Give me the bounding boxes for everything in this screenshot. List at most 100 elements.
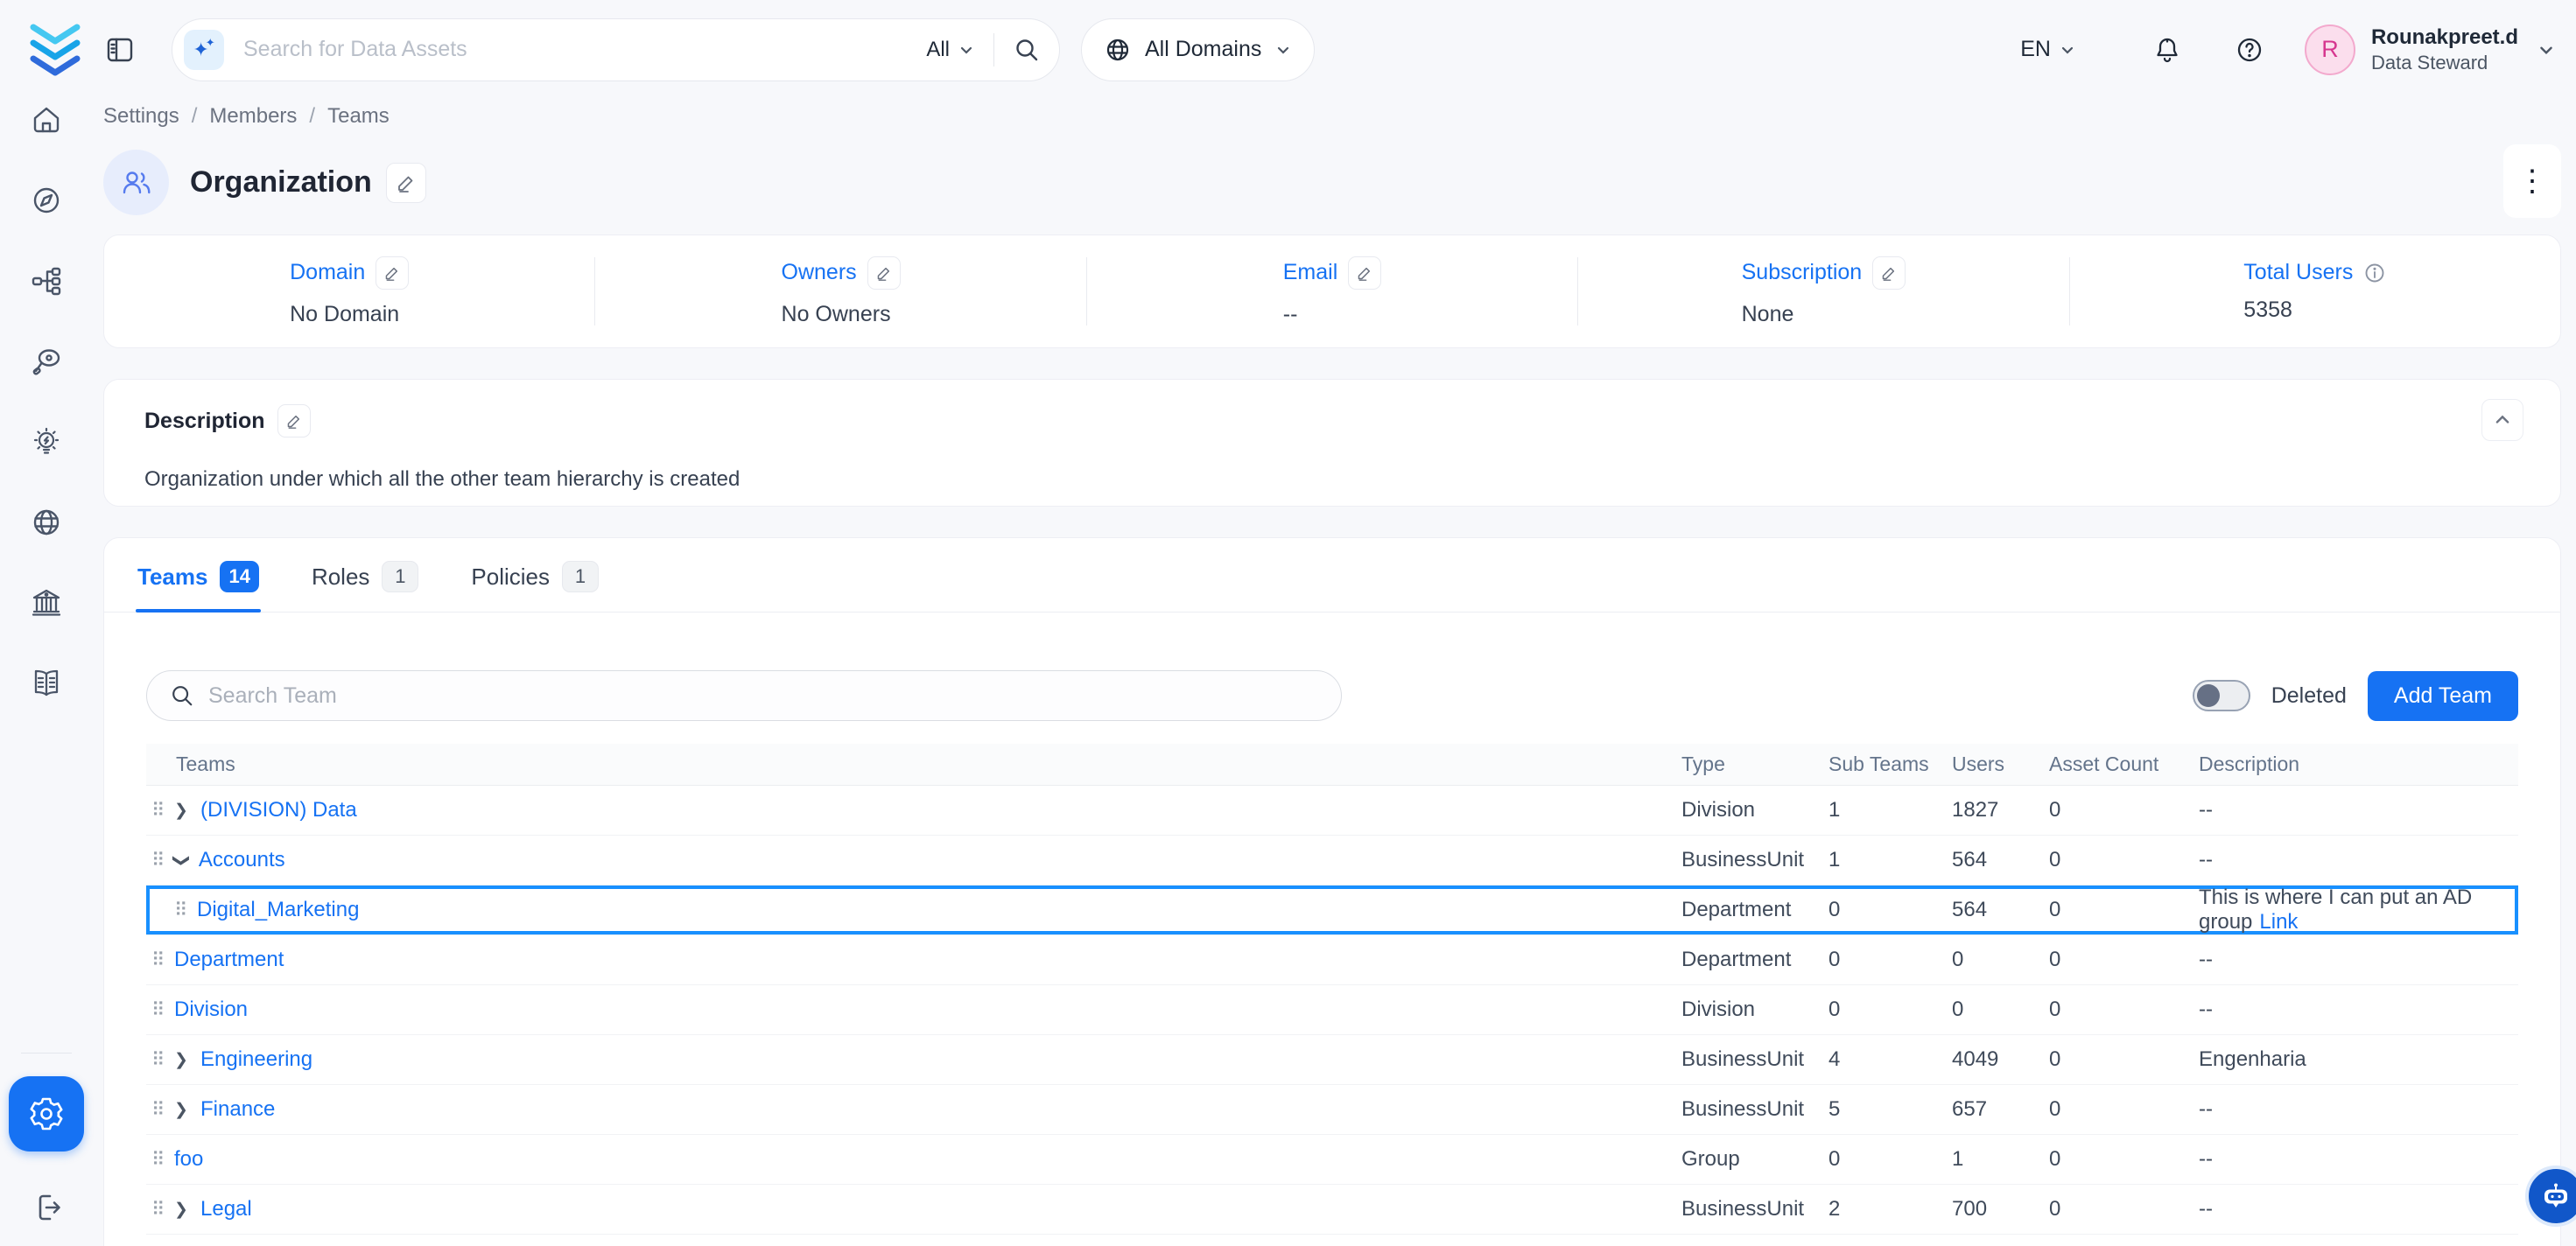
- table-row[interactable]: ⠿ ❯ (DIVISION) Data Division 1 1827 0 --: [146, 786, 2518, 836]
- user-role: Data Steward: [2371, 51, 2518, 75]
- team-link[interactable]: Digital_Marketing: [197, 898, 359, 922]
- team-link[interactable]: (DIVISION) Data: [200, 798, 357, 822]
- drag-handle-icon[interactable]: ⠿: [174, 900, 197, 921]
- edit-description-button[interactable]: [277, 404, 311, 438]
- team-asset-count: 0: [2049, 998, 2199, 1022]
- tab-policies[interactable]: Policies 1: [469, 538, 600, 612]
- table-row[interactable]: ⠿ Department Department 0 0 0 --: [146, 935, 2518, 985]
- collapse-chevron-icon[interactable]: ❯: [171, 853, 191, 867]
- chevron-down-icon: [1275, 42, 1291, 58]
- info-icon: [2363, 262, 2386, 284]
- user-menu[interactable]: R Rounakpreet.d Data Steward: [2305, 24, 2555, 75]
- domains-globe-icon[interactable]: [30, 506, 63, 539]
- team-users: 1: [1952, 1147, 2049, 1172]
- home-icon[interactable]: [30, 103, 63, 136]
- expand-chevron-icon[interactable]: ❯: [174, 1200, 200, 1220]
- summary-value: No Domain: [290, 302, 399, 327]
- table-row[interactable]: ⠿ MO Group 0 142 2 --: [146, 1235, 2518, 1246]
- edit-subscription-button[interactable]: [1872, 256, 1906, 290]
- observability-icon[interactable]: [30, 345, 63, 378]
- breadcrumb-settings[interactable]: Settings: [103, 104, 179, 129]
- tab-roles[interactable]: Roles 1: [310, 538, 420, 612]
- insights-bulb-icon[interactable]: [30, 425, 63, 458]
- globe-icon: [1105, 37, 1131, 63]
- more-options-kebab-icon[interactable]: ⋮: [2503, 144, 2561, 218]
- lineage-flow-icon[interactable]: [30, 264, 63, 298]
- team-type: BusinessUnit: [1681, 1047, 1828, 1072]
- settings-button[interactable]: [9, 1076, 84, 1152]
- drag-handle-icon[interactable]: ⠿: [151, 1099, 174, 1121]
- deleted-toggle[interactable]: [2193, 680, 2250, 711]
- explore-compass-icon[interactable]: [30, 184, 63, 217]
- teams-toolbar: Deleted Add Team: [104, 612, 2560, 721]
- team-description: This is where I can put an AD groupLink: [2199, 886, 2518, 934]
- deleted-toggle-label: Deleted: [2271, 683, 2347, 709]
- notifications-bell-icon[interactable]: [2152, 35, 2182, 65]
- table-row[interactable]: ⠿ ❯ Finance BusinessUnit 5 657 0 --: [146, 1085, 2518, 1135]
- add-team-button[interactable]: Add Team: [2368, 671, 2518, 721]
- glossary-book-icon[interactable]: [30, 667, 63, 700]
- team-asset-count: 0: [2049, 898, 2199, 922]
- team-users: 564: [1952, 898, 2049, 922]
- search-icon[interactable]: [1014, 37, 1040, 63]
- team-asset-count: 0: [2049, 1097, 2199, 1122]
- team-link[interactable]: Division: [174, 998, 248, 1022]
- team-sub-teams: 1: [1828, 798, 1952, 822]
- team-search-bar[interactable]: [146, 670, 1342, 721]
- team-link[interactable]: Legal: [200, 1197, 252, 1222]
- table-row[interactable]: ⠿ ❯ Accounts BusinessUnit 1 564 0 --: [146, 836, 2518, 886]
- edit-domain-button[interactable]: [376, 256, 409, 290]
- app-logo-icon[interactable]: [26, 20, 84, 80]
- expand-chevron-icon[interactable]: ❯: [174, 801, 200, 821]
- tab-bar: Teams 14 Roles 1 Policies 1: [104, 538, 2560, 612]
- team-link[interactable]: Engineering: [200, 1047, 312, 1072]
- expand-chevron-icon[interactable]: ❯: [174, 1100, 200, 1120]
- team-link[interactable]: Finance: [200, 1097, 275, 1122]
- table-row[interactable]: ⠿ Division Division 0 0 0 --: [146, 985, 2518, 1035]
- pencil-icon: [1357, 265, 1372, 281]
- search-scope-dropdown[interactable]: All: [926, 38, 974, 62]
- breadcrumb-members[interactable]: Members: [209, 104, 297, 129]
- ai-sparkle-icon[interactable]: ✦✦: [184, 30, 224, 70]
- breadcrumb-teams[interactable]: Teams: [327, 104, 390, 129]
- edit-email-button[interactable]: [1348, 256, 1381, 290]
- language-dropdown[interactable]: EN: [2020, 37, 2075, 62]
- drag-handle-icon[interactable]: ⠿: [151, 949, 174, 971]
- logout-button[interactable]: [29, 1190, 64, 1225]
- global-search-bar[interactable]: ✦✦ All: [172, 18, 1060, 81]
- table-row[interactable]: ⠿ ❯ Legal BusinessUnit 2 700 0 --: [146, 1185, 2518, 1235]
- team-sub-teams: 4: [1828, 1047, 1952, 1072]
- drag-handle-icon[interactable]: ⠿: [151, 1149, 174, 1171]
- expand-chevron-icon[interactable]: ❯: [174, 1050, 200, 1070]
- collapse-chevron-up-icon[interactable]: [2481, 399, 2523, 441]
- user-name: Rounakpreet.d: [2371, 24, 2518, 51]
- table-row[interactable]: ⠿ ❯ Engineering BusinessUnit 4 4049 0 En…: [146, 1035, 2518, 1085]
- description-link[interactable]: Link: [2259, 910, 2298, 934]
- tab-label: Policies: [471, 564, 550, 591]
- divider: [993, 33, 994, 66]
- description-text: This is where I can put an AD group: [2199, 886, 2472, 934]
- team-search-input[interactable]: [208, 683, 1318, 709]
- drag-handle-icon[interactable]: ⠿: [151, 1199, 174, 1221]
- table-row[interactable]: ⠿ foo Group 0 1 0 --: [146, 1135, 2518, 1185]
- team-link[interactable]: foo: [174, 1147, 203, 1172]
- team-link[interactable]: Accounts: [199, 848, 285, 872]
- team-asset-count: 0: [2049, 1197, 2199, 1222]
- sidebar-toggle-icon[interactable]: [103, 33, 137, 66]
- tab-count-badge: 14: [220, 561, 258, 592]
- team-link[interactable]: Department: [174, 948, 284, 972]
- all-domains-dropdown[interactable]: All Domains: [1081, 18, 1315, 81]
- chevron-down-icon: [2060, 42, 2075, 58]
- drag-handle-icon[interactable]: ⠿: [151, 800, 174, 822]
- tab-teams[interactable]: Teams 14: [136, 538, 261, 612]
- drag-handle-icon[interactable]: ⠿: [151, 1049, 174, 1071]
- help-icon[interactable]: [2235, 35, 2264, 65]
- team-users: 1827: [1952, 798, 2049, 822]
- global-search-input[interactable]: [243, 37, 926, 62]
- description-panel: Description Organization under which all…: [103, 379, 2561, 507]
- edit-title-button[interactable]: [386, 163, 426, 203]
- drag-handle-icon[interactable]: ⠿: [151, 999, 174, 1021]
- governance-bank-icon[interactable]: [30, 586, 63, 620]
- edit-owners-button[interactable]: [867, 256, 901, 290]
- table-row-selected[interactable]: ⠿ Digital_Marketing Department 0 564 0 T…: [146, 886, 2518, 935]
